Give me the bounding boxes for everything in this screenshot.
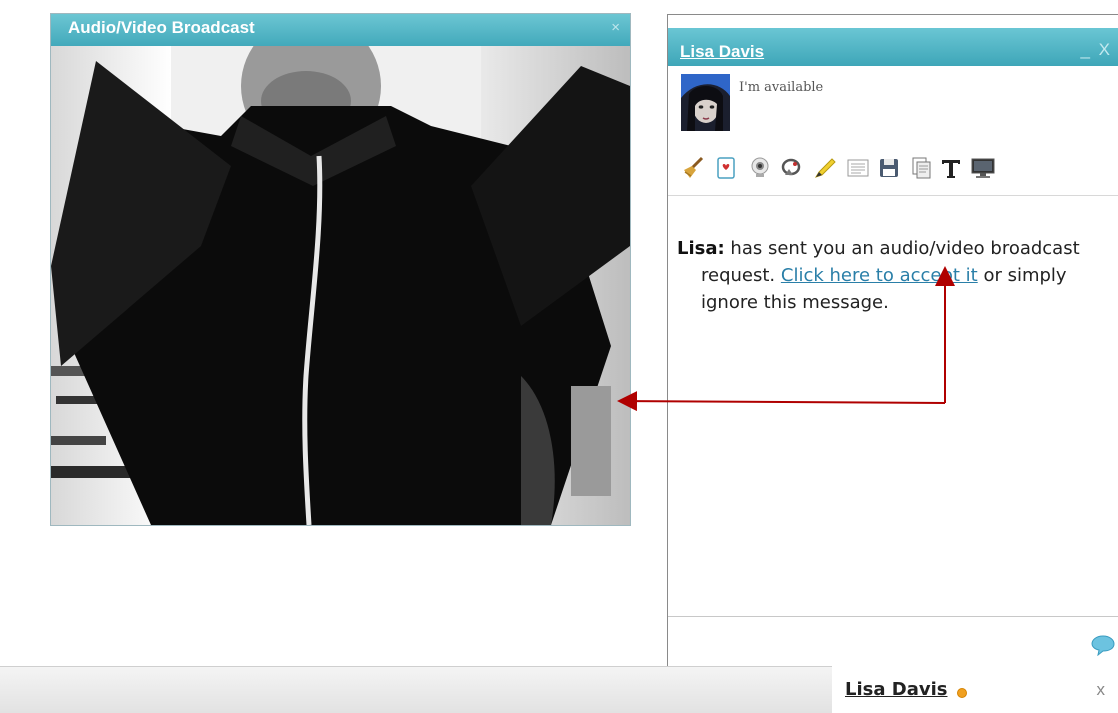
chat-bubble-icon[interactable] xyxy=(1090,634,1116,660)
accept-broadcast-link[interactable]: Click here to accept it xyxy=(781,265,978,286)
chat-titlebar[interactable]: Lisa Davis _ X xyxy=(668,28,1118,66)
save-icon[interactable] xyxy=(876,155,902,181)
broadcast-titlebar[interactable]: Audio/Video Broadcast × xyxy=(51,14,630,46)
font-icon[interactable] xyxy=(938,155,964,181)
close-icon[interactable]: X xyxy=(1099,40,1110,59)
broadcast-close-icon[interactable]: × xyxy=(611,19,620,36)
broom-icon[interactable] xyxy=(680,155,706,181)
chat-message: Lisa: has sent you an audio/video broadc… xyxy=(677,235,1111,316)
window-controls: _ X xyxy=(1076,40,1110,60)
contact-name-link[interactable]: Lisa Davis xyxy=(680,42,764,62)
bottom-chat-tab[interactable]: Lisa Davis x xyxy=(832,666,1118,712)
bottom-tab-contact-name[interactable]: Lisa Davis xyxy=(845,679,947,700)
compose-area[interactable] xyxy=(668,617,1118,667)
status-dot-icon xyxy=(957,688,967,698)
bottom-tab-close-icon[interactable]: x xyxy=(1097,680,1106,700)
profile-area: I'm available xyxy=(668,66,1118,149)
broadcast-title: Audio/Video Broadcast xyxy=(68,18,255,37)
webcam-icon[interactable] xyxy=(747,155,773,181)
chat-window: Lisa Davis _ X I'm available Lisa: has s… xyxy=(667,14,1118,667)
bottom-bar xyxy=(0,666,832,713)
pencil-icon[interactable] xyxy=(812,155,838,181)
avatar-image xyxy=(681,74,730,131)
screen-icon[interactable] xyxy=(970,155,996,181)
video-feed xyxy=(51,46,630,525)
copy-icon[interactable] xyxy=(908,155,934,181)
broadcast-window: Audio/Video Broadcast × xyxy=(50,13,631,526)
status-text: I'm available xyxy=(739,80,824,95)
chat-toolbar xyxy=(668,148,1118,196)
avatar[interactable] xyxy=(681,74,730,131)
minimize-icon[interactable]: _ xyxy=(1080,40,1089,59)
satellite-icon[interactable] xyxy=(779,155,805,181)
log-icon[interactable] xyxy=(845,155,871,181)
message-sender: Lisa: xyxy=(677,238,725,259)
message-area: Lisa: has sent you an audio/video broadc… xyxy=(668,196,1118,617)
video-frame-image xyxy=(51,46,630,525)
card-icon[interactable] xyxy=(713,155,739,181)
